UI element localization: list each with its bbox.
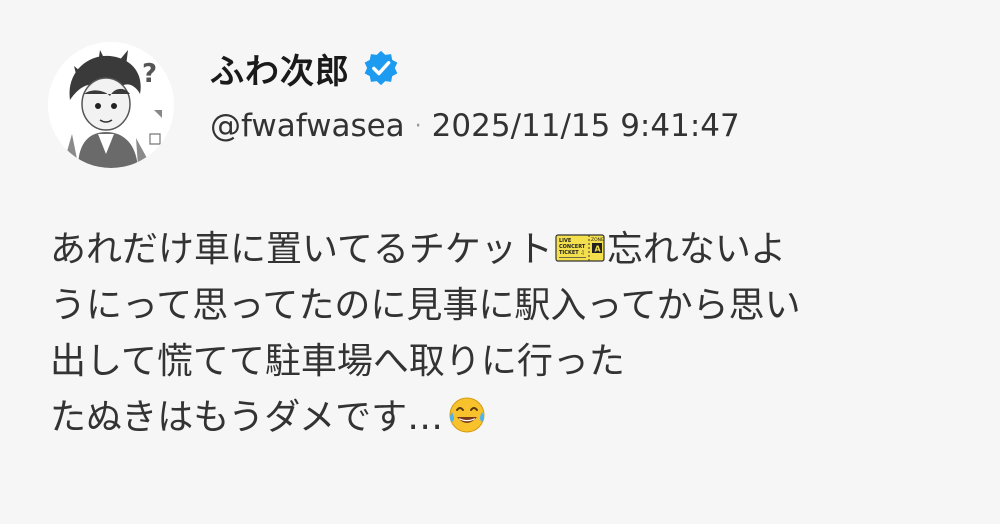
post-header: ふわ次郎 @fwafwasea · 2025/11/15 9:41:47 — [210, 44, 740, 144]
svg-text:?: ? — [142, 59, 157, 89]
post-text-segment: あれだけ車に置いてるチケット — [50, 229, 553, 270]
post-text-segment: たぬきはもうダメです… — [50, 397, 444, 438]
ticket-zone-label: ZONE — [591, 237, 604, 243]
post-text-line: たぬきはもうダメです… — [50, 390, 960, 446]
display-name[interactable]: ふわ次郎 — [210, 44, 350, 93]
meta-row: @fwafwasea · 2025/11/15 9:41:47 — [210, 108, 740, 144]
ticket-emoji: LIVE CONCERT TICKET ♫ ZONE A — [555, 226, 605, 262]
user-handle[interactable]: @fwafwasea — [210, 108, 405, 144]
post-text-line: 出して慌てて駐車場へ取りに行った — [50, 341, 625, 382]
avatar-illustration-icon: ? — [48, 42, 174, 168]
post-text-line: うにって思ってたのに見事に駅入ってから思い — [50, 285, 801, 326]
post-text-segment: 忘れないよ — [606, 229, 787, 270]
tears-of-joy-emoji — [447, 395, 487, 435]
post-card: ? ふわ次郎 @fwafwasea · 2025/11/15 9:41:47 あ… — [0, 0, 1000, 524]
post-timestamp[interactable]: 2025/11/15 9:41:47 — [432, 108, 740, 144]
name-row: ふわ次郎 — [210, 44, 740, 92]
avatar[interactable]: ? — [48, 42, 174, 168]
ticket-zone: A — [594, 245, 601, 254]
verified-badge-icon — [362, 49, 400, 87]
ticket-text-line3: TICKET ♫ — [559, 250, 585, 256]
post-body: あれだけ車に置いてるチケット LIVE CONCERT TICKET ♫ ZON… — [50, 222, 960, 446]
post-text-line: あれだけ車に置いてるチケット LIVE CONCERT TICKET ♫ ZON… — [50, 222, 960, 278]
meta-separator: · — [414, 113, 422, 139]
